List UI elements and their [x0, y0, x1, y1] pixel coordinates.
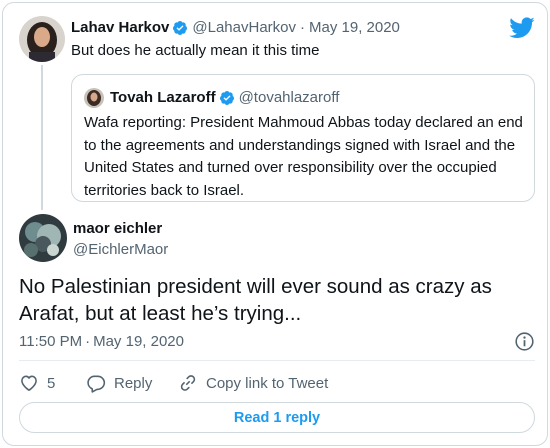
action-divider — [19, 360, 535, 361]
quote-text: Wafa reporting: President Mahmoud Abbas … — [84, 114, 523, 199]
heart-icon — [21, 375, 37, 391]
quote-header: Tovah Lazaroff @tovahlazaroff — [110, 89, 339, 106]
tweet-time[interactable]: 11:50 PM — [19, 333, 82, 350]
quote-author-avatar — [84, 88, 104, 108]
twitter-bird-icon[interactable] — [509, 17, 535, 39]
like-count: 5 — [47, 374, 56, 392]
tweet-embed-card: Lahav Harkov @LahavHarkov · May 19, 2020… — [2, 2, 548, 446]
thread-connector-line — [41, 65, 43, 210]
reply-label: Reply — [114, 374, 153, 392]
parent-author-avatar[interactable] — [19, 16, 65, 62]
copy-link-label: Copy link to Tweet — [206, 374, 329, 392]
timestamp-separator: · — [85, 333, 91, 350]
tweet-date[interactable]: May 19, 2020 — [93, 333, 184, 350]
header-separator: · — [300, 19, 305, 36]
quote-author-handle: @tovahlazaroff — [238, 89, 340, 106]
copy-link-button[interactable]: Copy link to Tweet — [178, 373, 328, 393]
tweet-timestamp[interactable]: 11:50 PM · May 19, 2020 — [19, 333, 184, 350]
reply-button[interactable]: Reply — [86, 373, 166, 393]
quote-author-name: Tovah Lazaroff — [110, 89, 216, 106]
link-icon — [180, 375, 196, 391]
parent-author-handle[interactable]: @LahavHarkov — [192, 19, 296, 36]
verified-badge-icon — [219, 90, 234, 105]
quoted-tweet[interactable]: Tovah Lazaroff @tovahlazaroff Wafa repor… — [71, 74, 535, 202]
speech-bubble-icon — [87, 375, 106, 393]
info-icon[interactable] — [514, 331, 535, 352]
author-handle[interactable]: @EichlerMaor — [73, 241, 168, 258]
tweet-text: No Palestinian president will ever sound… — [19, 275, 492, 325]
author-avatar[interactable] — [19, 214, 67, 262]
parent-tweet-date[interactable]: May 19, 2020 — [309, 19, 400, 36]
read-replies-button[interactable]: Read 1 reply — [19, 402, 535, 433]
verified-badge-icon — [173, 20, 188, 35]
parent-tweet-header: Lahav Harkov @LahavHarkov · May 19, 2020 — [71, 19, 400, 36]
tweet-actions: 5 Reply Copy link to Tweet — [19, 372, 328, 394]
author-name[interactable]: maor eichler — [73, 220, 162, 237]
parent-tweet-text: But does he actually mean it this time — [71, 42, 320, 59]
parent-author-name[interactable]: Lahav Harkov — [71, 19, 169, 36]
like-button[interactable]: 5 — [19, 373, 74, 393]
